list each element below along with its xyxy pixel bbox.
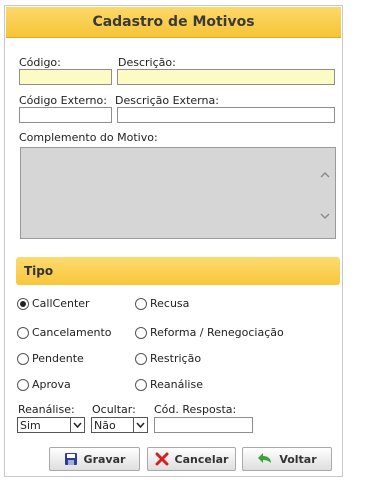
radio-label: CallCenter: [32, 297, 90, 310]
radio-pendente[interactable]: Pendente: [17, 352, 84, 365]
radio-unselected-icon: [17, 352, 29, 365]
radio-label: Restrição: [150, 352, 202, 365]
ocultar-label: Ocultar:: [92, 403, 136, 416]
descricao-input[interactable]: [117, 69, 335, 85]
complemento-textarea[interactable]: [20, 147, 336, 239]
reanalise-label: Reanálise:: [18, 403, 75, 416]
back-arrow-icon: [258, 453, 272, 463]
radio-recusa[interactable]: Recusa: [135, 297, 189, 310]
chevron-down-icon: [70, 418, 84, 432]
cancelar-label: Cancelar: [174, 452, 229, 466]
scroll-down-icon[interactable]: [319, 210, 331, 222]
tipo-section-header: Tipo: [16, 257, 340, 285]
descricao-label: Descrição:: [118, 56, 176, 69]
gravar-button[interactable]: Gravar: [49, 447, 140, 471]
radio-label: Pendente: [32, 352, 84, 365]
radio-aprova[interactable]: Aprova: [17, 378, 71, 391]
save-icon: [64, 453, 77, 465]
tipo-section-title: Tipo: [24, 264, 54, 278]
radio-label: Reforma / Renegociação: [150, 326, 284, 339]
gravar-label: Gravar: [83, 452, 126, 466]
radio-unselected-icon: [17, 378, 29, 391]
ocultar-select[interactable]: Não: [91, 417, 148, 433]
radio-reanalise[interactable]: Reanálise: [135, 378, 203, 391]
radio-unselected-icon: [135, 378, 147, 391]
radio-cancelamento[interactable]: Cancelamento: [17, 326, 112, 339]
radio-unselected-icon: [135, 352, 147, 365]
radio-label: Recusa: [150, 297, 190, 310]
complemento-label: Complemento do Motivo:: [19, 131, 158, 144]
descricao-externa-input[interactable]: [117, 107, 335, 123]
radio-unselected-icon: [135, 297, 147, 310]
cod-resposta-input[interactable]: [154, 417, 253, 433]
codigo-label: Código:: [19, 56, 61, 69]
radio-label: Aprova: [32, 378, 71, 391]
scroll-up-icon[interactable]: [319, 169, 331, 181]
cod-resposta-label: Cód. Resposta:: [154, 403, 237, 416]
cancelar-button[interactable]: Cancelar: [147, 447, 236, 471]
descricao-externa-label: Descrição Externa:: [115, 94, 219, 107]
radio-label: Reanálise: [150, 378, 203, 391]
cancel-icon: [155, 452, 169, 466]
codigo-input[interactable]: [19, 69, 112, 85]
radio-label: Cancelamento: [32, 326, 112, 339]
ocultar-value: Não: [94, 418, 116, 432]
codigo-externo-label: Código Externo:: [19, 94, 107, 107]
radio-selected-icon: [17, 297, 29, 310]
radio-callcenter[interactable]: CallCenter: [17, 297, 90, 310]
voltar-button[interactable]: Voltar: [242, 447, 332, 471]
chevron-down-icon: [133, 418, 147, 432]
window-title: Cadastro de Motivos: [6, 7, 341, 38]
reanalise-value: Sim: [20, 418, 41, 432]
radio-restricao[interactable]: Restrição: [135, 352, 201, 365]
radio-unselected-icon: [17, 326, 29, 339]
voltar-label: Voltar: [279, 452, 317, 466]
radio-reforma-renegociacao[interactable]: Reforma / Renegociação: [135, 326, 284, 339]
cadastro-motivos-window: Cadastro de Motivos Código: Descrição: C…: [4, 5, 343, 477]
reanalise-select[interactable]: Sim: [17, 417, 85, 433]
radio-unselected-icon: [135, 326, 147, 339]
codigo-externo-input[interactable]: [19, 107, 112, 123]
